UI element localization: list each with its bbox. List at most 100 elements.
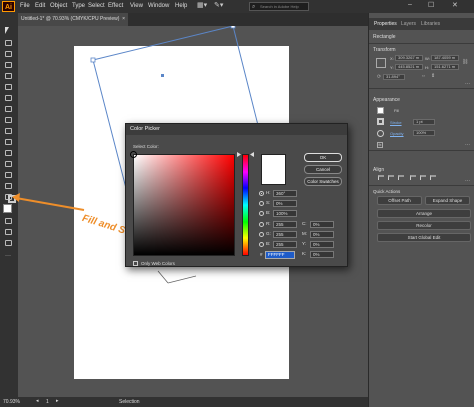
color-swatches-button[interactable]: Color Swatches (304, 177, 342, 186)
type-tool-icon[interactable] (5, 84, 12, 90)
menu-file[interactable]: File (20, 3, 30, 9)
m-field[interactable]: 0% (310, 231, 334, 238)
cancel-button[interactable]: Cancel (304, 165, 342, 174)
workspace-icon[interactable]: ▦▾ (197, 1, 207, 9)
magic-wand-tool-icon[interactable] (5, 51, 12, 57)
hue-slider-handle[interactable] (237, 152, 254, 157)
opacity-label[interactable]: Opacity (390, 131, 404, 136)
y-field[interactable]: 0% (310, 241, 334, 248)
draw-mode-icon[interactable] (5, 229, 12, 235)
menu-view[interactable]: View (130, 3, 143, 9)
tab-close-icon[interactable]: × (122, 13, 125, 26)
rotate-tool-icon[interactable] (5, 150, 12, 156)
align-bottom-icon[interactable] (430, 175, 436, 180)
stroke-swatch[interactable] (8, 195, 16, 203)
fill-color-swatch[interactable] (377, 107, 384, 114)
search-input[interactable]: ⌕ Search in Adobe Help (249, 2, 309, 11)
offset-path-button[interactable]: Offset Path (377, 196, 422, 205)
hex-field[interactable]: FFFFFF (265, 251, 295, 259)
x-field[interactable]: 309.3267 m (395, 55, 423, 61)
maximize-icon[interactable]: ☐ (428, 1, 434, 9)
artboard-nav-next-icon[interactable]: ▸ (56, 398, 59, 404)
height-field[interactable]: 151.6271 m (431, 64, 459, 70)
k-field[interactable]: 0% (310, 251, 334, 258)
flip-horizontal-icon[interactable]: ⇔ (421, 73, 426, 79)
menu-window[interactable]: Window (148, 3, 169, 9)
radio-b[interactable] (259, 211, 264, 216)
screen-mode-icon[interactable] (5, 240, 12, 246)
tab-layers[interactable]: Layers (401, 21, 416, 27)
close-icon[interactable]: ✕ (452, 1, 458, 9)
artboard-nav-prev-icon[interactable]: ◂ (36, 398, 39, 404)
radio-r[interactable] (259, 222, 264, 227)
reference-point-icon[interactable] (376, 58, 386, 68)
ok-button[interactable]: OK (304, 153, 342, 162)
width-field[interactable]: 187.4059 m (431, 55, 459, 61)
menu-select[interactable]: Select (88, 3, 105, 9)
b-field[interactable]: 100% (273, 210, 297, 217)
fill-swatch[interactable] (3, 204, 12, 213)
tab-libraries[interactable]: Libraries (421, 21, 440, 27)
hue-slider[interactable] (242, 154, 249, 256)
pen-tool-icon[interactable] (5, 62, 12, 68)
radio-h[interactable] (259, 191, 264, 196)
menu-object[interactable]: Object (50, 3, 67, 9)
more-options-icon[interactable]: ··· (465, 178, 470, 184)
menu-effect[interactable]: Effect (108, 3, 123, 9)
flip-vertical-icon[interactable]: ⇕ (431, 73, 435, 79)
artboard-number[interactable]: 1 (46, 399, 49, 405)
align-left-icon[interactable] (378, 175, 384, 180)
more-options-icon[interactable]: ··· (465, 81, 470, 87)
eraser-tool-icon[interactable] (5, 139, 12, 145)
stroke-label[interactable]: Stroke (390, 120, 402, 125)
menu-edit[interactable]: Edit (35, 3, 45, 9)
stroke-weight-field[interactable]: 1 pt (413, 119, 435, 125)
document-tab[interactable]: Untitled-1* @ 70.93% (CMYK/CPU Preview) … (18, 13, 128, 26)
zoom-level[interactable]: 70.93% (3, 399, 20, 405)
paintbrush-tool-icon[interactable] (5, 117, 12, 123)
radio-blue[interactable] (259, 242, 264, 247)
color-mode-icon[interactable] (5, 218, 12, 224)
more-tools-icon[interactable]: ··· (5, 253, 11, 259)
more-options-icon[interactable]: ··· (465, 142, 470, 148)
rotate-field[interactable]: 31.894° (383, 74, 405, 80)
fx-icon[interactable]: fx (377, 142, 383, 148)
align-middle-icon[interactable] (420, 175, 426, 180)
blue-field[interactable]: 255 (273, 241, 297, 248)
selection-tool-icon[interactable] (5, 27, 9, 34)
free-transform-tool-icon[interactable] (5, 183, 12, 189)
h-field[interactable]: 360° (273, 190, 297, 197)
tab-properties[interactable]: Properties (374, 21, 397, 27)
width-tool-icon[interactable] (5, 172, 12, 178)
radio-s[interactable] (259, 201, 264, 206)
start-global-edit-button[interactable]: Start Global Edit (377, 233, 471, 242)
expand-shape-button[interactable]: Expand Shape (425, 196, 470, 205)
g-field[interactable]: 255 (273, 231, 297, 238)
align-center-icon[interactable] (388, 175, 394, 180)
color-marker[interactable] (130, 151, 137, 158)
saturation-brightness-field[interactable] (130, 151, 235, 256)
radio-g[interactable] (259, 232, 264, 237)
align-top-icon[interactable] (410, 175, 416, 180)
align-right-icon[interactable] (398, 175, 404, 180)
direct-selection-tool-icon[interactable] (5, 40, 12, 46)
arrange-icon[interactable]: ✎▾ (214, 1, 223, 9)
rectangle-tool-icon[interactable] (5, 106, 12, 112)
r-field[interactable]: 255 (273, 221, 297, 228)
y-field[interactable]: 445.8521 m (395, 64, 423, 70)
shaper-tool-icon[interactable] (5, 128, 12, 134)
curvature-tool-icon[interactable] (5, 73, 12, 79)
scale-tool-icon[interactable] (5, 161, 12, 167)
menu-help[interactable]: Help (175, 3, 187, 9)
menu-type[interactable]: Type (72, 3, 85, 9)
c-field[interactable]: 0% (310, 221, 334, 228)
opacity-field[interactable]: 100% (413, 130, 435, 136)
arrange-button[interactable]: Arrange (377, 209, 471, 218)
stroke-color-swatch[interactable] (377, 118, 384, 125)
minimize-icon[interactable]: – (408, 1, 412, 8)
line-tool-icon[interactable] (5, 95, 12, 101)
web-colors-checkbox[interactable] (133, 261, 138, 266)
link-icon[interactable]: ⛓ (462, 59, 468, 65)
recolor-button[interactable]: Recolor (377, 221, 471, 230)
s-field[interactable]: 0% (273, 200, 297, 207)
